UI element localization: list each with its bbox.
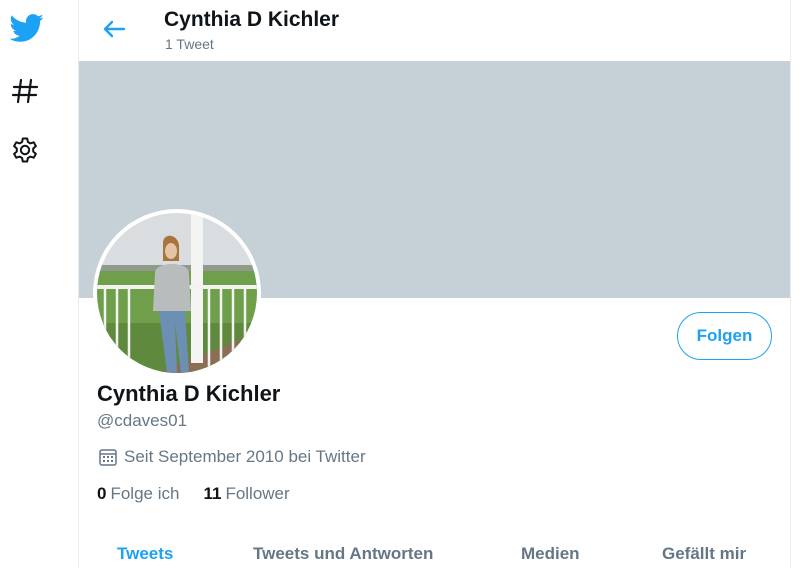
following-label: Folge ich bbox=[110, 484, 180, 503]
user-handle: @cdaves01 bbox=[97, 411, 188, 430]
tab-media[interactable]: Medien bbox=[521, 544, 580, 564]
tweet-count: 1 Tweet bbox=[165, 36, 214, 52]
display-name: Cynthia D Kichler bbox=[97, 381, 281, 406]
following-link[interactable]: 0 Folge ich bbox=[97, 484, 179, 506]
avatar-photo bbox=[97, 213, 257, 373]
hashtag-icon[interactable] bbox=[10, 76, 40, 106]
follow-stats: 0 Folge ich 11 Follower bbox=[97, 484, 314, 506]
join-date: Seit September 2010 bei Twitter bbox=[98, 446, 366, 468]
profile-header-bar: Cynthia D Kichler 1 Tweet bbox=[79, 0, 790, 61]
twitter-bird-icon[interactable] bbox=[8, 10, 44, 46]
followers-label: Follower bbox=[225, 484, 290, 503]
following-count: 0 bbox=[97, 484, 107, 503]
join-date-text: Seit September 2010 bei Twitter bbox=[124, 447, 366, 466]
tab-likes[interactable]: Gefällt mir bbox=[662, 544, 746, 564]
followers-link[interactable]: 11 Follower bbox=[203, 484, 289, 506]
follow-button[interactable]: Folgen bbox=[677, 312, 772, 360]
tab-tweets-and-replies[interactable]: Tweets und Antworten bbox=[253, 544, 433, 564]
avatar[interactable] bbox=[93, 209, 261, 377]
header-title: Cynthia D Kichler bbox=[164, 8, 340, 31]
profile-column: Cynthia D Kichler 1 Tweet Folgen Cynthia… bbox=[79, 0, 790, 568]
followers-count: 11 bbox=[203, 484, 222, 503]
arrow-left-icon[interactable] bbox=[99, 14, 129, 44]
gear-icon[interactable] bbox=[10, 135, 40, 165]
left-navigation bbox=[0, 0, 79, 568]
tab-tweets[interactable]: Tweets bbox=[117, 544, 173, 564]
column-divider bbox=[790, 0, 791, 568]
calendar-icon bbox=[99, 449, 117, 466]
profile-tabs: Tweets Tweets und Antworten Medien Gefäl… bbox=[79, 530, 790, 568]
